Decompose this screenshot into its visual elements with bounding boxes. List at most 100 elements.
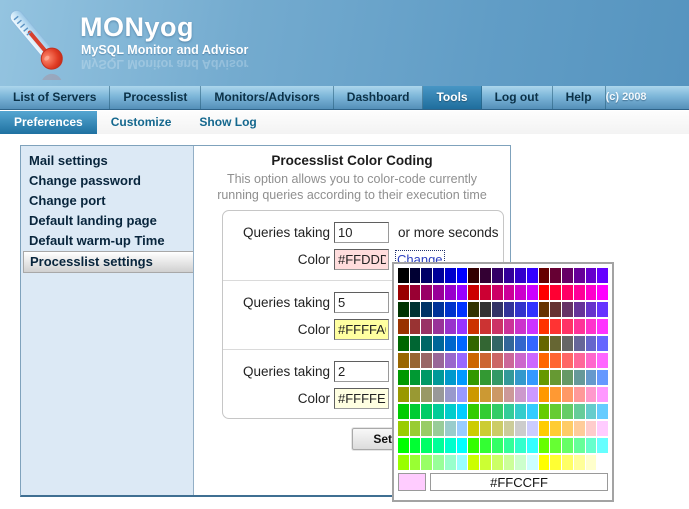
palette-swatch[interactable]: [468, 387, 479, 402]
palette-swatch[interactable]: [550, 268, 561, 283]
palette-swatch[interactable]: [527, 387, 538, 402]
palette-swatch[interactable]: [421, 319, 432, 334]
palette-swatch[interactable]: [445, 268, 456, 283]
nav-item-monitors-advisors[interactable]: Monitors/Advisors: [201, 86, 333, 109]
palette-swatch[interactable]: [468, 353, 479, 368]
palette-swatch[interactable]: [515, 421, 526, 436]
nav-item-dashboard[interactable]: Dashboard: [334, 86, 424, 109]
palette-swatch[interactable]: [539, 421, 550, 436]
palette-swatch[interactable]: [562, 336, 573, 351]
palette-swatch[interactable]: [504, 336, 515, 351]
palette-swatch[interactable]: [597, 387, 608, 402]
palette-swatch[interactable]: [597, 268, 608, 283]
sidebar-item-change-port[interactable]: Change port: [21, 191, 193, 211]
palette-swatch[interactable]: [574, 438, 585, 453]
palette-swatch[interactable]: [562, 370, 573, 385]
palette-swatch[interactable]: [550, 336, 561, 351]
palette-swatch[interactable]: [410, 421, 421, 436]
palette-swatch[interactable]: [586, 285, 597, 300]
palette-swatch[interactable]: [457, 370, 468, 385]
palette-swatch[interactable]: [574, 387, 585, 402]
palette-swatch[interactable]: [550, 353, 561, 368]
palette-swatch[interactable]: [492, 370, 503, 385]
palette-swatch[interactable]: [527, 438, 538, 453]
palette-swatch[interactable]: [539, 370, 550, 385]
palette-swatch[interactable]: [586, 455, 597, 470]
palette-swatch[interactable]: [597, 302, 608, 317]
palette-swatch[interactable]: [421, 404, 432, 419]
palette-swatch[interactable]: [398, 319, 409, 334]
palette-swatch[interactable]: [539, 438, 550, 453]
palette-swatch[interactable]: [562, 268, 573, 283]
palette-swatch[interactable]: [445, 319, 456, 334]
palette-swatch[interactable]: [398, 302, 409, 317]
palette-swatch[interactable]: [410, 285, 421, 300]
seconds-input[interactable]: [334, 222, 389, 243]
palette-swatch[interactable]: [410, 455, 421, 470]
palette-swatch[interactable]: [433, 455, 444, 470]
palette-swatch[interactable]: [410, 319, 421, 334]
palette-swatch[interactable]: [492, 438, 503, 453]
palette-swatch[interactable]: [574, 319, 585, 334]
palette-swatch[interactable]: [398, 421, 409, 436]
palette-swatch[interactable]: [398, 268, 409, 283]
palette-swatch[interactable]: [527, 421, 538, 436]
palette-swatch[interactable]: [480, 319, 491, 334]
palette-swatch[interactable]: [492, 455, 503, 470]
palette-swatch[interactable]: [480, 421, 491, 436]
palette-swatch[interactable]: [586, 421, 597, 436]
palette-swatch[interactable]: [492, 336, 503, 351]
palette-swatch[interactable]: [527, 353, 538, 368]
palette-swatch[interactable]: [421, 455, 432, 470]
palette-swatch[interactable]: [527, 404, 538, 419]
palette-swatch[interactable]: [515, 285, 526, 300]
palette-swatch[interactable]: [433, 370, 444, 385]
palette-swatch[interactable]: [574, 370, 585, 385]
palette-swatch[interactable]: [550, 285, 561, 300]
subnav-item-preferences[interactable]: Preferences: [0, 111, 97, 134]
seconds-input[interactable]: [334, 361, 389, 382]
palette-swatch[interactable]: [504, 302, 515, 317]
palette-swatch[interactable]: [597, 353, 608, 368]
palette-swatch[interactable]: [562, 438, 573, 453]
palette-swatch[interactable]: [433, 353, 444, 368]
palette-swatch[interactable]: [597, 438, 608, 453]
palette-swatch[interactable]: [421, 438, 432, 453]
palette-swatch[interactable]: [480, 438, 491, 453]
palette-swatch[interactable]: [480, 302, 491, 317]
palette-swatch[interactable]: [480, 336, 491, 351]
palette-swatch[interactable]: [515, 268, 526, 283]
palette-swatch[interactable]: [457, 404, 468, 419]
sidebar-item-default-landing-page[interactable]: Default landing page: [21, 211, 193, 231]
palette-swatch[interactable]: [410, 404, 421, 419]
palette-swatch[interactable]: [504, 268, 515, 283]
palette-swatch[interactable]: [410, 302, 421, 317]
palette-swatch[interactable]: [445, 455, 456, 470]
palette-swatch[interactable]: [574, 268, 585, 283]
palette-swatch[interactable]: [433, 319, 444, 334]
palette-swatch[interactable]: [410, 387, 421, 402]
palette-swatch[interactable]: [421, 268, 432, 283]
palette-swatch[interactable]: [527, 302, 538, 317]
palette-swatch[interactable]: [480, 404, 491, 419]
sidebar-item-default-warm-up-time[interactable]: Default warm-up Time: [21, 231, 193, 251]
palette-swatch[interactable]: [562, 387, 573, 402]
palette-swatch[interactable]: [586, 336, 597, 351]
palette-swatch[interactable]: [586, 302, 597, 317]
palette-swatch[interactable]: [515, 455, 526, 470]
palette-swatch[interactable]: [468, 285, 479, 300]
palette-swatch[interactable]: [550, 404, 561, 419]
palette-swatch[interactable]: [586, 404, 597, 419]
palette-swatch[interactable]: [539, 404, 550, 419]
palette-swatch[interactable]: [574, 421, 585, 436]
palette-swatch[interactable]: [445, 404, 456, 419]
subnav-item-show-log[interactable]: Show Log: [185, 111, 270, 134]
palette-swatch[interactable]: [515, 302, 526, 317]
palette-swatch[interactable]: [468, 319, 479, 334]
palette-swatch[interactable]: [550, 370, 561, 385]
palette-swatch[interactable]: [539, 319, 550, 334]
palette-swatch[interactable]: [527, 370, 538, 385]
palette-swatch[interactable]: [468, 455, 479, 470]
palette-swatch[interactable]: [445, 370, 456, 385]
palette-swatch[interactable]: [492, 387, 503, 402]
